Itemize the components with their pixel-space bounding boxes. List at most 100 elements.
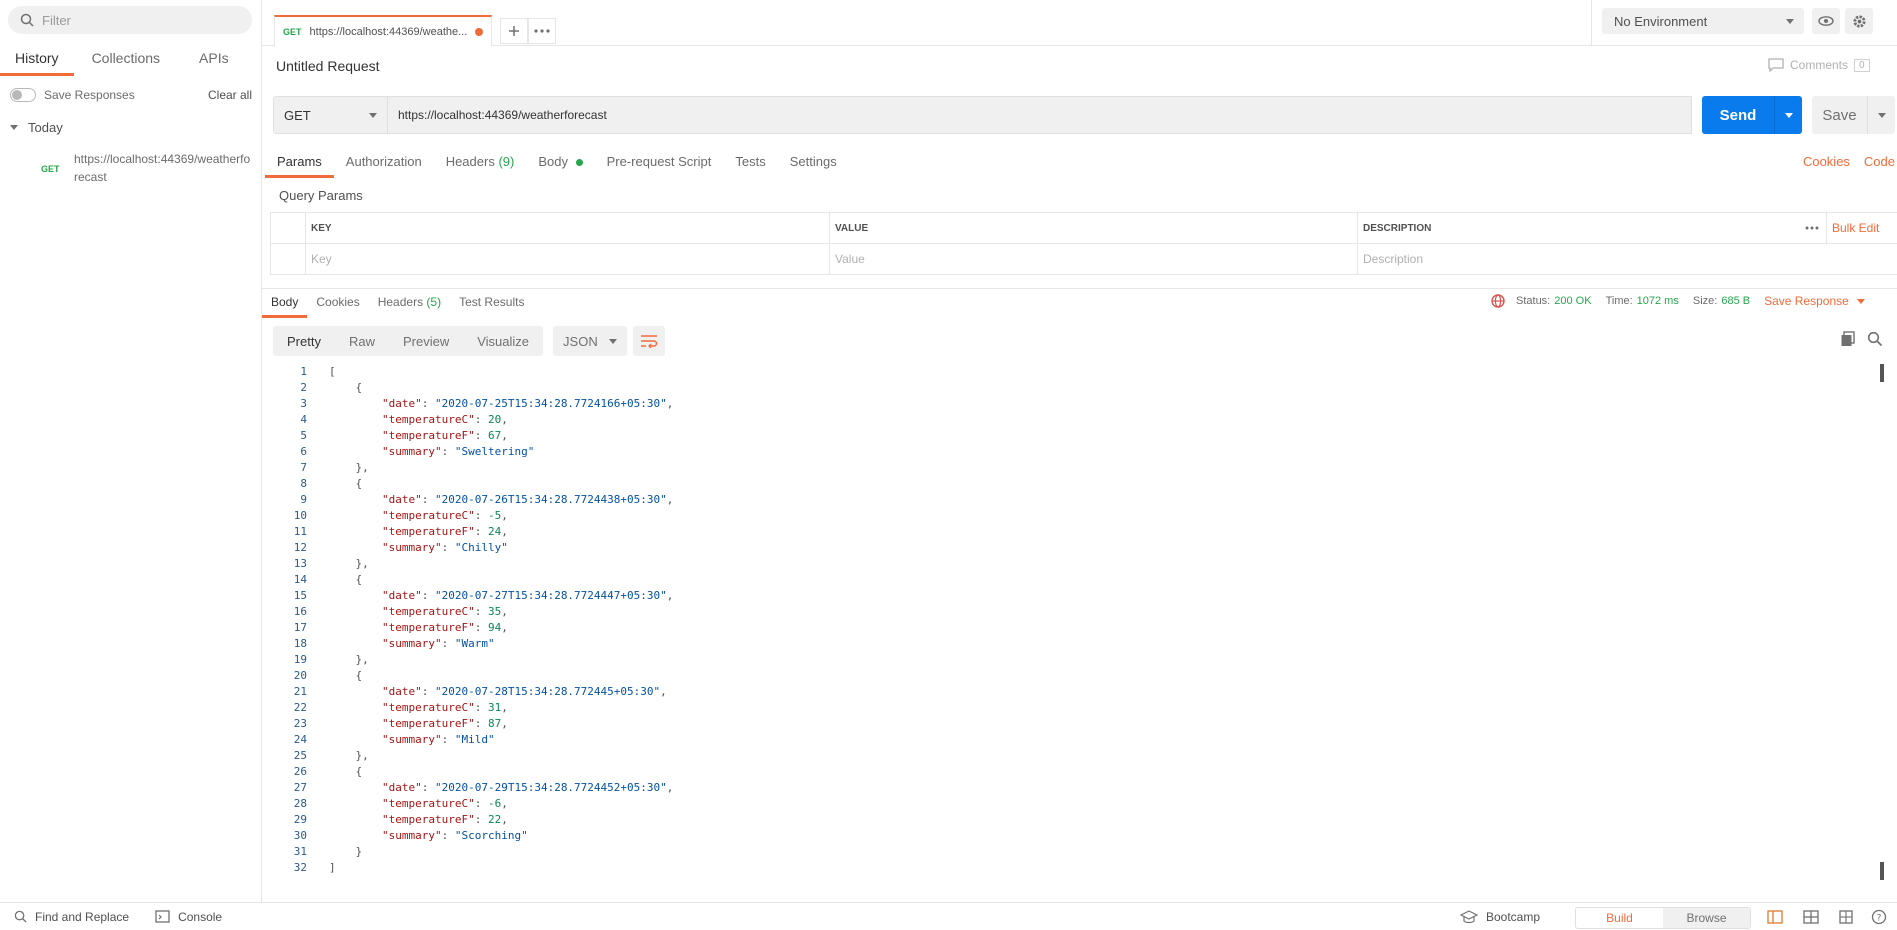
- query-params-table: KEY VALUE DESCRIPTION Bulk Edit Key Valu…: [270, 212, 1897, 275]
- table-header-key: KEY: [305, 213, 829, 243]
- line-number: 27: [293, 781, 307, 794]
- line-number: 28: [293, 797, 307, 810]
- code-text: "temperatureF": 24,: [381, 525, 508, 538]
- view-raw[interactable]: Raw: [335, 326, 389, 356]
- chevron-down-icon: [1856, 298, 1865, 304]
- build-button[interactable]: Build: [1576, 908, 1663, 928]
- code-text: },: [329, 653, 369, 666]
- help-icon[interactable]: ?: [1871, 909, 1887, 925]
- layout-icon[interactable]: [1803, 910, 1819, 924]
- bootcamp-label: Bootcamp: [1486, 909, 1541, 924]
- response-tab-headers-label: Headers: [377, 295, 424, 309]
- response-tab-headers[interactable]: Headers (5): [369, 289, 450, 318]
- view-preview[interactable]: Preview: [389, 326, 463, 356]
- bootcamp-button[interactable]: Bootcamp: [1460, 910, 1540, 924]
- code-line: 8 {: [262, 476, 1882, 492]
- code-text: "date": "2020-07-25T15:34:28.7724166+05:…: [381, 397, 674, 410]
- tab-authorization[interactable]: Authorization: [334, 150, 434, 178]
- two-pane-view-icon[interactable]: [1767, 910, 1783, 924]
- request-tab[interactable]: GET https://localhost:44369/weathe...: [274, 15, 492, 46]
- environment-quick-look-button[interactable]: [1812, 8, 1840, 34]
- globe-icon[interactable]: [1490, 293, 1506, 309]
- editor-scrollbar[interactable]: [1880, 364, 1886, 884]
- find-replace-button[interactable]: Find and Replace: [14, 910, 129, 924]
- line-number: 1: [300, 365, 307, 378]
- new-tab-button[interactable]: [500, 18, 528, 44]
- save-options-chevron-icon[interactable]: [1878, 112, 1886, 118]
- line-number: 25: [293, 749, 307, 762]
- code-text: ]: [329, 861, 336, 874]
- table-header-description: DESCRIPTION: [1357, 213, 1792, 243]
- line-number: 2: [300, 381, 307, 394]
- search-icon[interactable]: [1867, 331, 1883, 347]
- tab-params[interactable]: Params: [265, 150, 334, 178]
- response-body-editor[interactable]: 1[2 {3 "date": "2020-07-25T15:34:28.7724…: [262, 364, 1882, 884]
- copy-icon[interactable]: [1840, 331, 1856, 347]
- line-number: 29: [293, 813, 307, 826]
- tab-headers[interactable]: Headers (9): [434, 150, 527, 178]
- clear-all-button[interactable]: Clear all: [208, 88, 252, 102]
- comments-button[interactable]: Comments 0: [1768, 58, 1870, 72]
- plus-icon: [509, 26, 519, 36]
- save-response-button[interactable]: Save Response: [1764, 294, 1865, 308]
- time-value: 1072 ms: [1636, 295, 1679, 307]
- tab-history[interactable]: History: [0, 44, 74, 76]
- code-line: 15 "date": "2020-07-27T15:34:28.7724447+…: [262, 588, 1882, 604]
- filter-box[interactable]: [8, 6, 252, 34]
- line-number: 10: [293, 509, 307, 522]
- code-line: 20 {: [262, 668, 1882, 684]
- tab-settings[interactable]: Settings: [778, 150, 849, 178]
- more-horizontal-icon: [1805, 226, 1818, 230]
- value-input[interactable]: Value: [829, 244, 1357, 274]
- environment-select[interactable]: No Environment: [1602, 8, 1804, 34]
- line-number: 6: [300, 445, 307, 458]
- console-button[interactable]: Console: [155, 910, 222, 924]
- code-link[interactable]: Code: [1864, 154, 1895, 178]
- response-tab-cookies[interactable]: Cookies: [307, 289, 368, 318]
- keyboard-shortcuts-icon[interactable]: [1838, 909, 1854, 925]
- console-label: Console: [178, 909, 223, 924]
- comment-icon: [1768, 58, 1784, 72]
- manage-environments-button[interactable]: [1845, 8, 1873, 34]
- table-options-button[interactable]: [1792, 213, 1826, 243]
- send-options-chevron-icon[interactable]: [1785, 112, 1793, 118]
- table-row-checkbox: [270, 244, 305, 274]
- save-button[interactable]: Save: [1812, 96, 1895, 134]
- description-input[interactable]: Description: [1357, 244, 1897, 274]
- request-title[interactable]: Untitled Request: [276, 58, 380, 74]
- response-tab-test-results[interactable]: Test Results: [450, 289, 533, 318]
- tab-tests[interactable]: Tests: [723, 150, 777, 178]
- code-line: 29 "temperatureF": 22,: [262, 812, 1882, 828]
- wrap-lines-button[interactable]: [633, 326, 666, 356]
- history-item[interactable]: GET https://localhost:44369/weatherforec…: [0, 150, 262, 186]
- tab-prerequest-script[interactable]: Pre-request Script: [595, 150, 724, 178]
- filter-input[interactable]: [42, 12, 232, 28]
- tab-apis[interactable]: APIs: [175, 44, 244, 76]
- chevron-down-icon: [10, 125, 18, 130]
- tab-options-button[interactable]: [528, 18, 556, 44]
- send-button[interactable]: Send: [1702, 96, 1802, 134]
- history-group-today[interactable]: Today: [10, 120, 63, 135]
- scrollbar-thumb-bottom[interactable]: [1880, 862, 1884, 880]
- scrollbar-thumb-top[interactable]: [1880, 364, 1884, 382]
- method-select[interactable]: GET: [273, 96, 388, 134]
- save-responses-toggle[interactable]: [10, 88, 36, 102]
- url-input[interactable]: https://localhost:44369/weatherforecast: [388, 96, 1692, 134]
- browse-button[interactable]: Browse: [1663, 908, 1750, 928]
- tab-body[interactable]: Body: [526, 150, 594, 178]
- key-input[interactable]: Key: [305, 244, 829, 274]
- response-tab-body[interactable]: Body: [262, 289, 308, 318]
- send-label: Send: [1719, 106, 1757, 124]
- tab-collections[interactable]: Collections: [74, 44, 175, 76]
- code-line: 11 "temperatureF": 24,: [262, 524, 1882, 540]
- code-text: "temperatureC": 31,: [381, 701, 508, 714]
- view-pretty[interactable]: Pretty: [273, 326, 335, 356]
- code-text: "temperatureF": 87,: [381, 717, 508, 730]
- code-line: 9 "date": "2020-07-26T15:34:28.7724438+0…: [262, 492, 1882, 508]
- view-visualize[interactable]: Visualize: [463, 326, 543, 356]
- cookies-link[interactable]: Cookies: [1803, 154, 1850, 178]
- search-icon: [14, 910, 27, 923]
- code-text: {: [329, 573, 363, 586]
- bulk-edit-button[interactable]: Bulk Edit: [1826, 213, 1896, 243]
- format-select[interactable]: JSON: [553, 326, 628, 356]
